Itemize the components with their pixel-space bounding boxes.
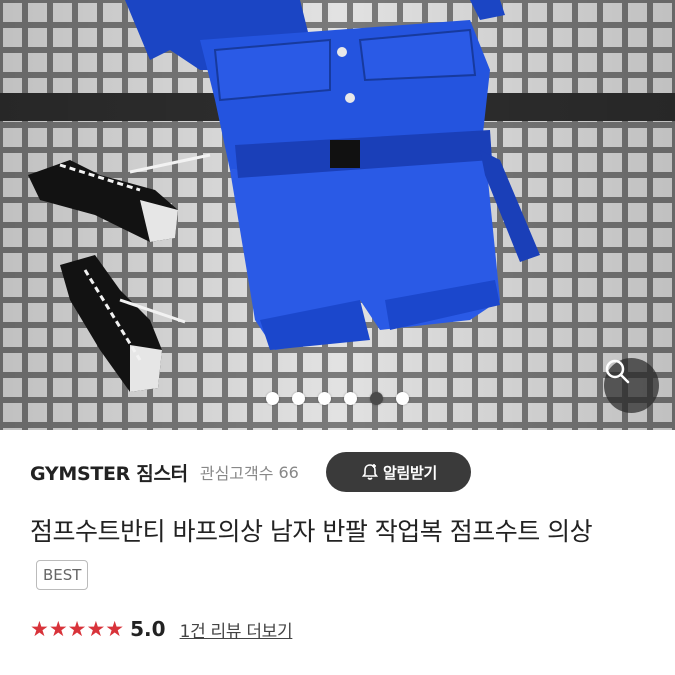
rating-stars: ★★★★★: [30, 617, 125, 641]
rating-row: ★★★★★ 5.0 1건 리뷰 더보기: [30, 612, 293, 646]
subscribe-alert-button[interactable]: 알림받기: [326, 452, 471, 492]
carousel-dot[interactable]: [318, 392, 331, 405]
carousel-dot[interactable]: [396, 392, 409, 405]
store-info-row: GYMSTER 짐스터 관심고객수 66 알림받기: [30, 452, 650, 492]
carousel-dot[interactable]: [292, 392, 305, 405]
best-badge: BEST: [36, 560, 89, 590]
product-image-gallery[interactable]: [0, 0, 675, 430]
bell-plus-icon: [361, 464, 379, 480]
carousel-dot[interactable]: [344, 392, 357, 405]
carousel-indicator: [0, 392, 675, 405]
subscribe-alert-label: 알림받기: [382, 463, 437, 482]
product-photo: [0, 0, 675, 430]
rating-score: 5.0: [130, 617, 166, 641]
search-icon: [605, 359, 630, 384]
carousel-dot-active[interactable]: [370, 392, 383, 405]
store-name[interactable]: GYMSTER 짐스터: [30, 459, 188, 486]
zoom-button[interactable]: [604, 358, 659, 413]
favorite-customers-count: 66: [278, 462, 299, 482]
product-title: 점프수트반티 바프의상 남자 반팔 작업복 점프수트 의상: [30, 517, 593, 546]
review-more-link[interactable]: 1건 리뷰 더보기: [180, 617, 293, 642]
product-title-block: 점프수트반티 바프의상 남자 반팔 작업복 점프수트 의상 BEST: [30, 510, 650, 598]
favorite-customers-label: 관심고객수: [199, 464, 274, 483]
carousel-dot[interactable]: [266, 392, 279, 405]
